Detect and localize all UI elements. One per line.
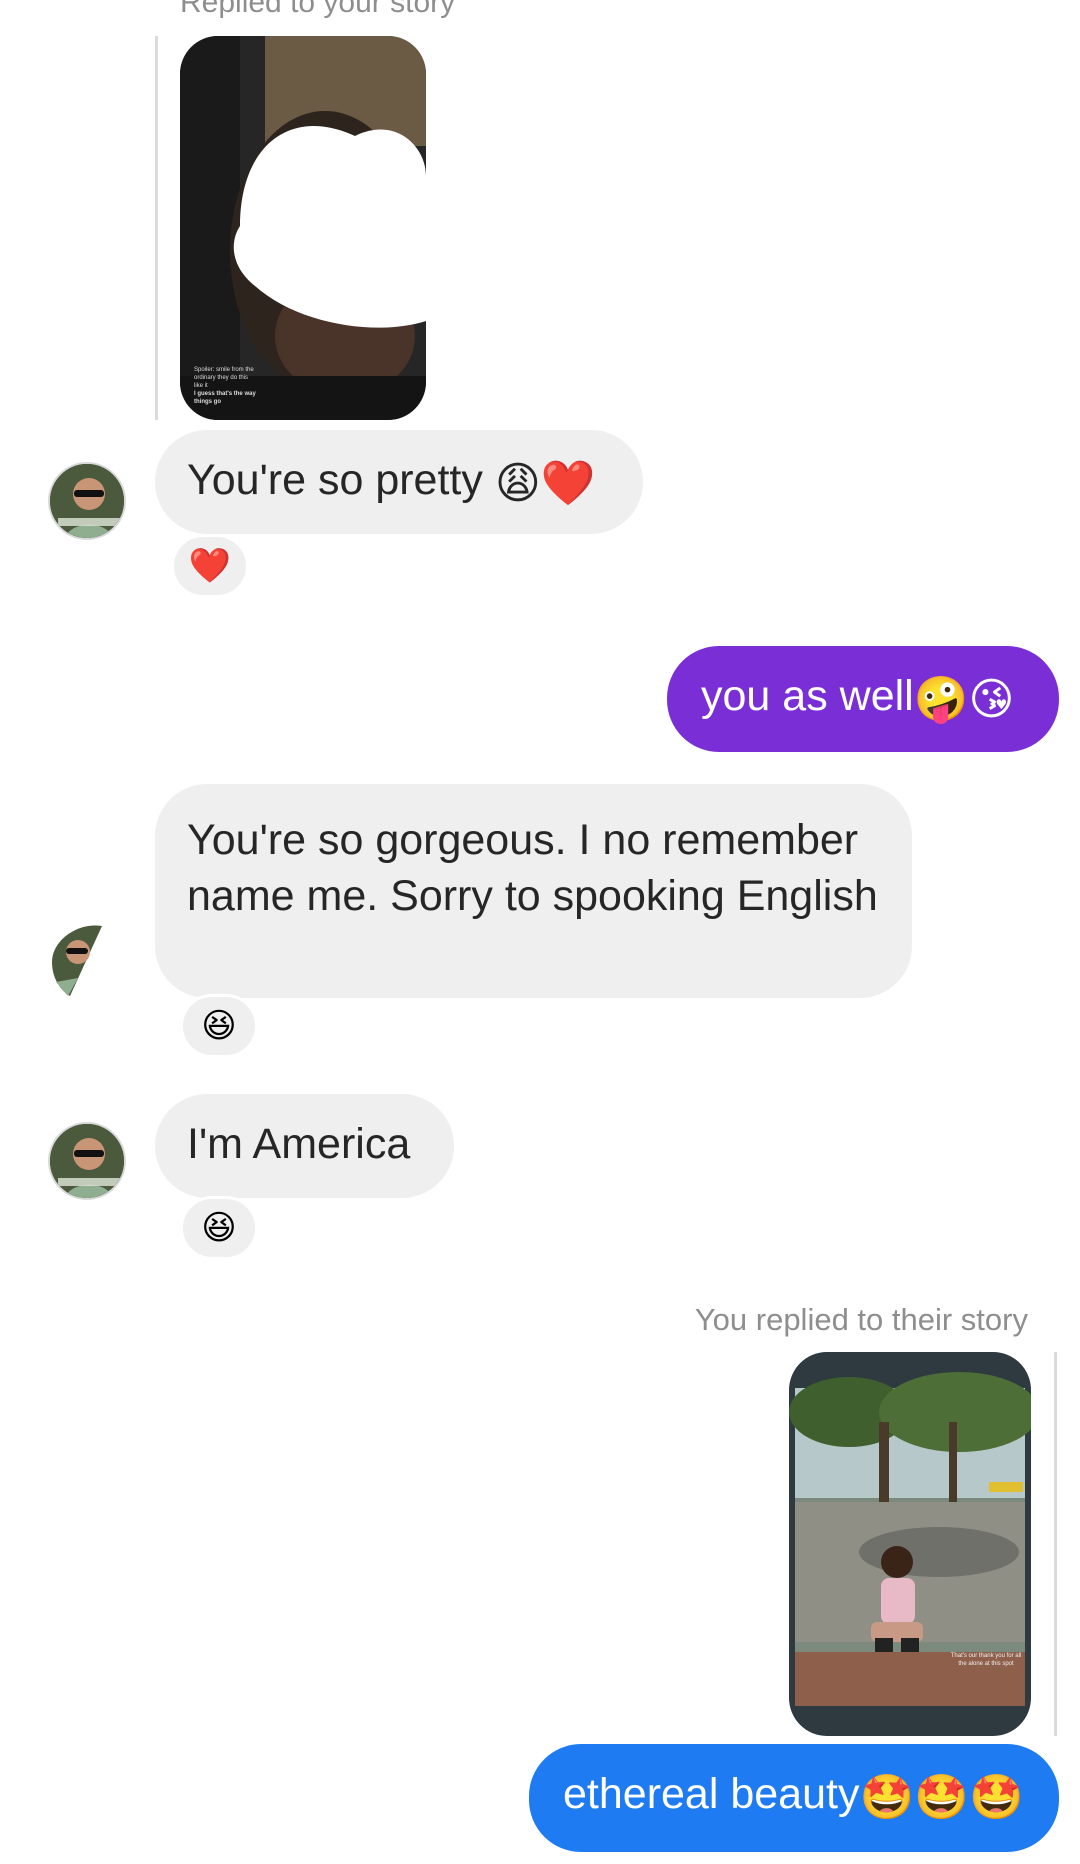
story-thumbnail-outgoing[interactable]: That's our thank you for all the alone a… [789, 1352, 1031, 1736]
contact-avatar[interactable] [48, 1122, 126, 1200]
story-caption-line: things go [194, 399, 221, 405]
story-caption: That's our thank you for all the alone a… [950, 1653, 1022, 1667]
reaction-badge[interactable]: 😆 [180, 1196, 258, 1260]
reaction-badge[interactable]: 😆 [180, 994, 258, 1058]
laughing-emoji-icon: 😆 [201, 1209, 237, 1247]
story-reply-line [1054, 1352, 1057, 1736]
story-thumbnail-incoming[interactable]: Spoiler: smile from the ordinary they do… [180, 36, 426, 420]
story-reply-meta: You replied to their story [694, 1302, 1028, 1337]
story-caption-line: I guess that's the way [194, 391, 256, 397]
story-image [789, 1352, 1031, 1736]
message-bubble-incoming[interactable]: You're so pretty 😩❤️ [155, 430, 643, 534]
laughing-emoji-icon: 😆 [201, 1007, 237, 1045]
reaction-badge[interactable]: ❤️ [171, 534, 249, 598]
message-text: You're so pretty [187, 456, 483, 504]
message-text: ethereal beauty [563, 1770, 860, 1818]
avatar-image [52, 925, 102, 996]
message-bubble-incoming[interactable]: You're so gorgeous. I no remember name m… [155, 784, 912, 998]
story-caption-line: Spoiler: smile from the [194, 367, 254, 373]
message-bubble-outgoing[interactable]: ethereal beauty🤩🤩🤩 [529, 1744, 1059, 1852]
story-caption-line: ordinary they do this [194, 375, 249, 381]
heart-icon: ❤️ [188, 547, 232, 585]
message-text: you as well [701, 672, 914, 720]
emoji-weary-heart: 😩❤️ [494, 459, 596, 508]
avatar-image [50, 1124, 124, 1198]
avatar-image [50, 464, 124, 538]
emoji-crazy-kiss: 🤪😘 [913, 675, 1015, 724]
contact-avatar-partial[interactable] [48, 922, 126, 1000]
story-image [180, 36, 426, 420]
message-text: I'm America [187, 1120, 411, 1168]
message-text: You're so gorgeous. I no remember name m… [187, 816, 878, 920]
message-bubble-incoming[interactable]: I'm America [155, 1094, 454, 1198]
contact-avatar[interactable] [48, 462, 126, 540]
message-bubble-outgoing[interactable]: you as well🤪😘 [667, 646, 1059, 752]
emoji-star-struck: 🤩🤩🤩 [859, 1773, 1024, 1822]
story-reply-meta-top: Replied to your story [180, 0, 456, 19]
story-reply-line [155, 36, 158, 420]
story-caption-line: like it [194, 383, 208, 389]
